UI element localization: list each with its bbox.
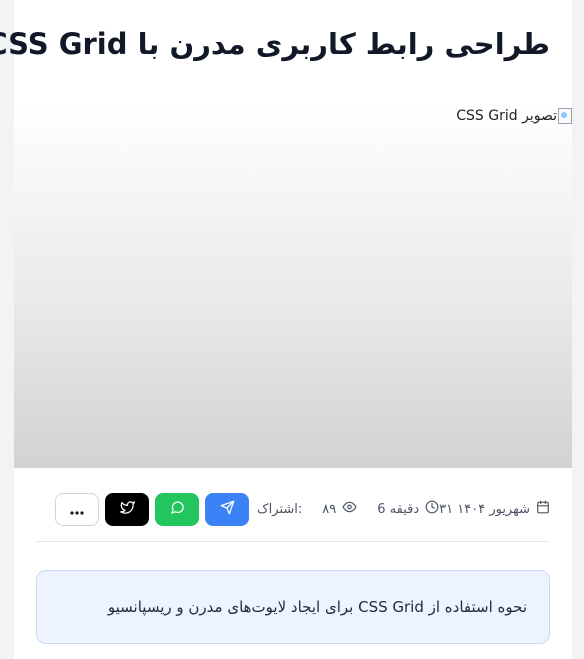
chat-bubble-icon: [170, 500, 185, 519]
ellipsis-icon: [70, 500, 84, 519]
share-whatsapp-button[interactable]: [155, 492, 200, 526]
broken-image-placeholder: تصویر CSS Grid: [456, 108, 572, 124]
article-card: طراحی رابط کاربری مدرن با CSS Grid تصویر…: [0, 0, 572, 659]
meta-divider: [36, 541, 550, 542]
meta-date: ۳۱ شهریور ۱۴۰۴: [439, 500, 550, 518]
more-options-button[interactable]: [55, 492, 100, 526]
broken-image-icon: [558, 108, 572, 124]
article-summary-box: نحوه استفاده از CSS Grid برای ایجاد لایو…: [36, 570, 550, 644]
meta-views: ۸۹: [322, 500, 357, 518]
meta-read-time-text: 6 دقیقه: [377, 501, 420, 517]
article-title: طراحی رابط کاربری مدرن با CSS Grid: [0, 27, 550, 61]
article-hero-image: تصویر CSS Grid: [14, 105, 572, 468]
clock-icon: [419, 500, 439, 518]
image-alt-text: تصویر CSS Grid: [456, 108, 557, 124]
send-icon: [220, 500, 235, 519]
share-telegram-button[interactable]: [205, 492, 250, 526]
share-twitter-button[interactable]: [105, 492, 150, 526]
twitter-bird-icon: [119, 500, 135, 519]
eye-icon: [336, 500, 357, 518]
article-meta-bar: ۳۱ شهریور ۱۴۰۴ 6 دقیقه ۸۹ اشتراک:: [36, 492, 550, 526]
meta-date-text: ۳۱ شهریور ۱۴۰۴: [439, 501, 530, 517]
calendar-icon: [530, 500, 550, 518]
share-label: اشتراک:: [257, 501, 303, 517]
meta-read-time: 6 دقیقه: [377, 500, 439, 518]
meta-views-text: ۸۹: [322, 501, 337, 517]
article-summary-text: نحوه استفاده از CSS Grid برای ایجاد لایو…: [107, 598, 527, 616]
